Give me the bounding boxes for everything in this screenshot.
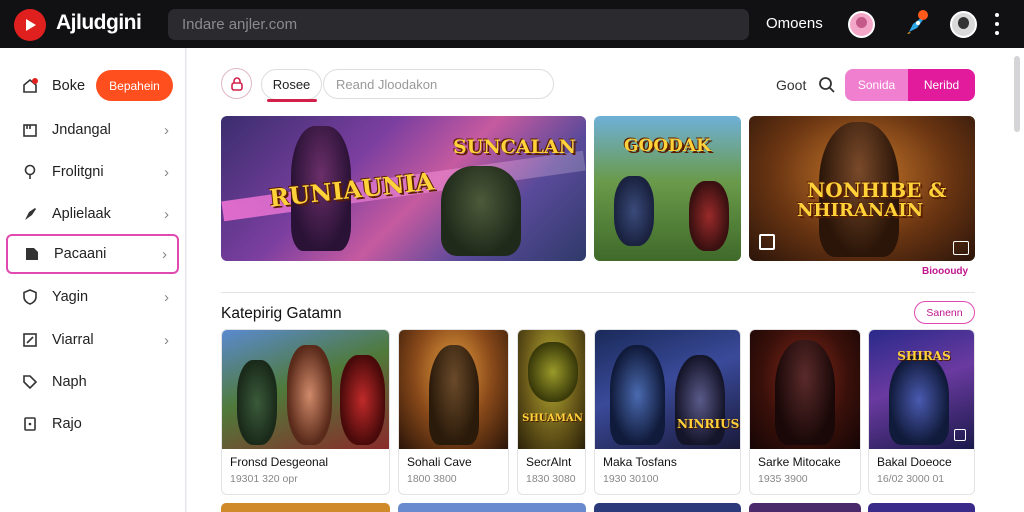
tab-rosee[interactable]: Rosee [261,69,322,100]
sidebar-item-pacaani[interactable]: Pacaani › [6,234,179,274]
game-card[interactable]: Sarke Mitocake 1935 3900 [749,329,861,495]
game-card-art: SHUAMAN [518,330,585,449]
game-card-art: NINRIUS [595,330,740,449]
game-card-title: Fronsd Desgeonal [230,455,329,469]
game-card-title: Sarke Mitocake [758,455,841,469]
sidebar-item-label: Yagin [52,289,89,305]
shield-icon [20,287,40,307]
game-card-meta: 1800 3800 [407,473,457,485]
sidebar-item-viarral[interactable]: Viarral › [6,320,179,360]
section-action-button[interactable]: Sanenn [914,301,975,324]
segment-toggle: Sonida Neribd [845,69,975,101]
chevron-right-icon: › [162,245,167,263]
game-card-partial[interactable] [398,503,586,512]
game-card[interactable]: SHUAMAN SecrAlnt 1830 3080 [517,329,586,495]
chevron-right-icon: › [164,288,169,306]
game-card-art-title: NINRIUS [677,417,740,431]
game-card-title: Sohali Cave [407,455,472,469]
edit-icon [20,330,40,350]
chevron-right-icon: › [164,163,169,181]
sidebar-item-label: Naph [52,374,87,390]
search-icon[interactable] [818,76,836,94]
bookmark-icon [954,429,966,441]
pin-icon [20,162,40,182]
game-card[interactable]: SHIRAS Bakal Doeoce 16/02 3000 01 [868,329,975,495]
game-card-meta: 1930 30100 [603,473,659,485]
game-card-partial[interactable] [221,503,390,512]
lock-icon[interactable] [221,68,252,99]
sidebar-item-label: Viarral [52,332,94,348]
game-card[interactable]: Fronsd Desgeonal 19301 320 opr [221,329,390,495]
game-card-title: Bakal Doeoce [877,455,952,469]
featured-banner-3[interactable]: NONHIBE & NHIRANAIN [749,116,975,261]
chevron-right-icon: › [164,121,169,139]
featured-banner-1[interactable]: SUNCALAN RUNIAUNIA [221,116,586,261]
top-bar: Ajludgini Omoens [0,0,1024,48]
bookmark-icon [953,241,969,255]
game-card-partial[interactable] [868,503,975,512]
game-card-partial[interactable] [594,503,741,512]
checkbox-icon [759,234,775,250]
game-card-title: Maka Tosfans [603,455,677,469]
sidebar-item-label: Rajo [52,416,82,432]
home-icon [20,76,40,96]
app-title[interactable]: Ajludgini [56,11,142,35]
search-input[interactable] [168,9,749,40]
game-card-art-title: SHIRAS [897,349,951,363]
play-logo-icon[interactable] [14,9,46,41]
sidebar-item-label: Aplielaak [52,206,111,222]
rocket-icon [20,204,40,224]
game-card-meta: 19301 320 opr [230,473,298,485]
scrollbar[interactable] [1014,56,1020,132]
banner-title: NHIRANAIN [797,200,924,221]
sidebar-item-yagin[interactable]: Yagin › [6,277,179,317]
section-title: Katepirig Gatamn [221,305,342,322]
banner-title: NONHIBE & [807,178,947,202]
notification-dot [918,10,928,20]
profile-avatar-icon[interactable] [848,11,875,38]
sidebar-item-library[interactable]: Jndangal › [6,110,179,150]
segment-option-a[interactable]: Sonida [845,69,908,101]
game-card-partial[interactable] [749,503,861,512]
tag-icon [22,244,42,264]
game-card-meta: 1830 3080 [526,473,576,485]
sidebar-item-label: Frolitgni [52,164,104,180]
banner-title: GOODAK [624,136,711,156]
game-card-title: SecrAlnt [526,455,572,469]
see-more-link[interactable]: Bioooudy [922,266,968,277]
game-card-art [399,330,508,449]
game-card[interactable]: NINRIUS Maka Tosfans 1930 30100 [594,329,741,495]
sidebar-item-label: Pacaani [54,246,107,262]
banner-title: SUNCALAN [453,136,576,158]
card-icon [20,414,40,434]
section-divider [221,292,975,293]
sidebar-item-label: Jndangal [52,122,111,138]
game-card-meta: 1935 3900 [758,473,808,485]
featured-banner-2[interactable]: GOODAK [594,116,741,261]
sidebar-item-rajo[interactable]: Rajo [6,404,179,444]
active-tab-indicator [267,99,317,102]
game-card-art-title: SHUAMAN [522,413,583,424]
premium-button[interactable]: Bepahein [96,70,173,101]
library-icon [20,120,40,140]
sidebar-item-naph[interactable]: Naph [6,362,179,402]
chevron-right-icon: › [164,331,169,349]
user-avatar-icon[interactable] [950,11,977,38]
game-card-art: SHIRAS [869,330,974,449]
game-card-art [750,330,860,449]
sidebar-item-aplielaak[interactable]: Aplielaak › [6,194,179,234]
segment-option-b[interactable]: Neribd [908,69,975,101]
top-nav-link[interactable]: Omoens [766,15,823,32]
toolbar-link[interactable]: Goot [776,77,806,93]
chevron-right-icon: › [164,205,169,223]
tag-outline-icon [20,372,40,392]
more-vertical-icon[interactable] [994,13,1000,35]
game-card-art [222,330,389,449]
game-card[interactable]: Sohali Cave 1800 3800 [398,329,509,495]
sidebar-item-frolitgni[interactable]: Frolitgni › [6,152,179,192]
filter-input[interactable] [323,69,554,99]
game-card-meta: 16/02 3000 01 [877,473,945,485]
sidebar-item-label: Boke [52,78,86,94]
